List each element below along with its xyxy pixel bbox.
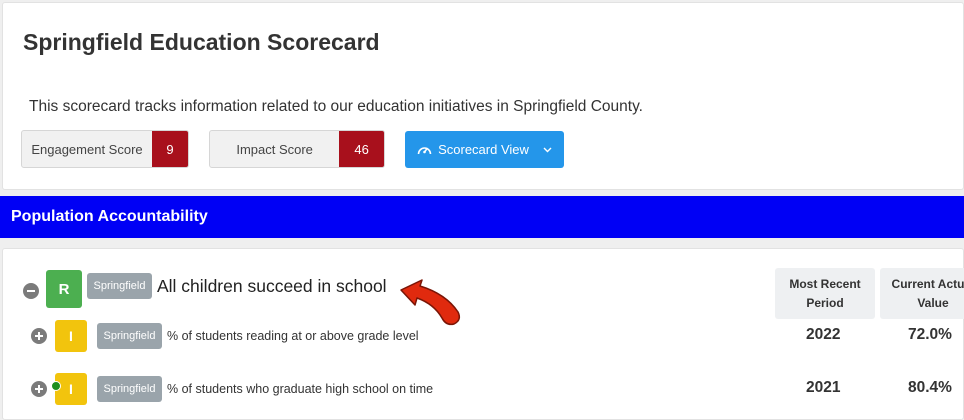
indicator-title[interactable]: % of students reading at or above grade …: [167, 329, 419, 343]
column-header-most-recent-period[interactable]: Most Recent Period: [775, 268, 875, 319]
engagement-score-label: Engagement Score: [31, 141, 143, 157]
indicator-location-tag: Springfield: [97, 376, 162, 402]
impact-score-value: 46: [339, 131, 384, 167]
expand-toggle-icon[interactable]: [31, 381, 47, 397]
column-header-current-actual-value[interactable]: Current Actual Value: [880, 268, 964, 319]
scorecard-description: This scorecard tracks information relate…: [29, 98, 643, 115]
result-title[interactable]: All children succeed in school: [157, 276, 387, 297]
section-title: Population Accountability: [11, 208, 208, 225]
status-dot-icon: [51, 381, 61, 391]
indicator-location-tag: Springfield: [97, 323, 162, 349]
expand-toggle-icon[interactable]: [31, 328, 47, 344]
scorecard-view-button[interactable]: Scorecard View: [405, 131, 564, 168]
indicator-badge: I: [55, 320, 87, 352]
annotation-arrow-icon: [400, 279, 461, 326]
indicator-period: 2022: [806, 326, 841, 343]
page-title: Springfield Education Scorecard: [23, 29, 380, 55]
section-header-population-accountability: Population Accountability: [0, 196, 964, 238]
engagement-score-box[interactable]: Engagement Score 9: [21, 130, 189, 168]
indicator-title[interactable]: % of students who graduate high school o…: [167, 382, 433, 396]
chevron-down-icon: [543, 147, 552, 153]
impact-score-label: Impact Score: [236, 141, 313, 157]
indicator-period: 2021: [806, 379, 841, 396]
scorecard-page: Springfield Education Scorecard This sco…: [0, 0, 964, 420]
engagement-score-value: 9: [152, 131, 188, 167]
result-location-tag: Springfield: [87, 273, 152, 299]
result-badge: R: [46, 270, 82, 308]
impact-score-box[interactable]: Impact Score 46: [209, 130, 385, 168]
scorecard-view-label: Scorecard View: [438, 142, 529, 157]
dashboard-gauge-icon: [417, 143, 432, 156]
indicator-current-value: 80.4%: [908, 379, 952, 396]
collapse-toggle-icon[interactable]: [23, 283, 39, 299]
indicator-current-value: 72.0%: [908, 326, 952, 343]
